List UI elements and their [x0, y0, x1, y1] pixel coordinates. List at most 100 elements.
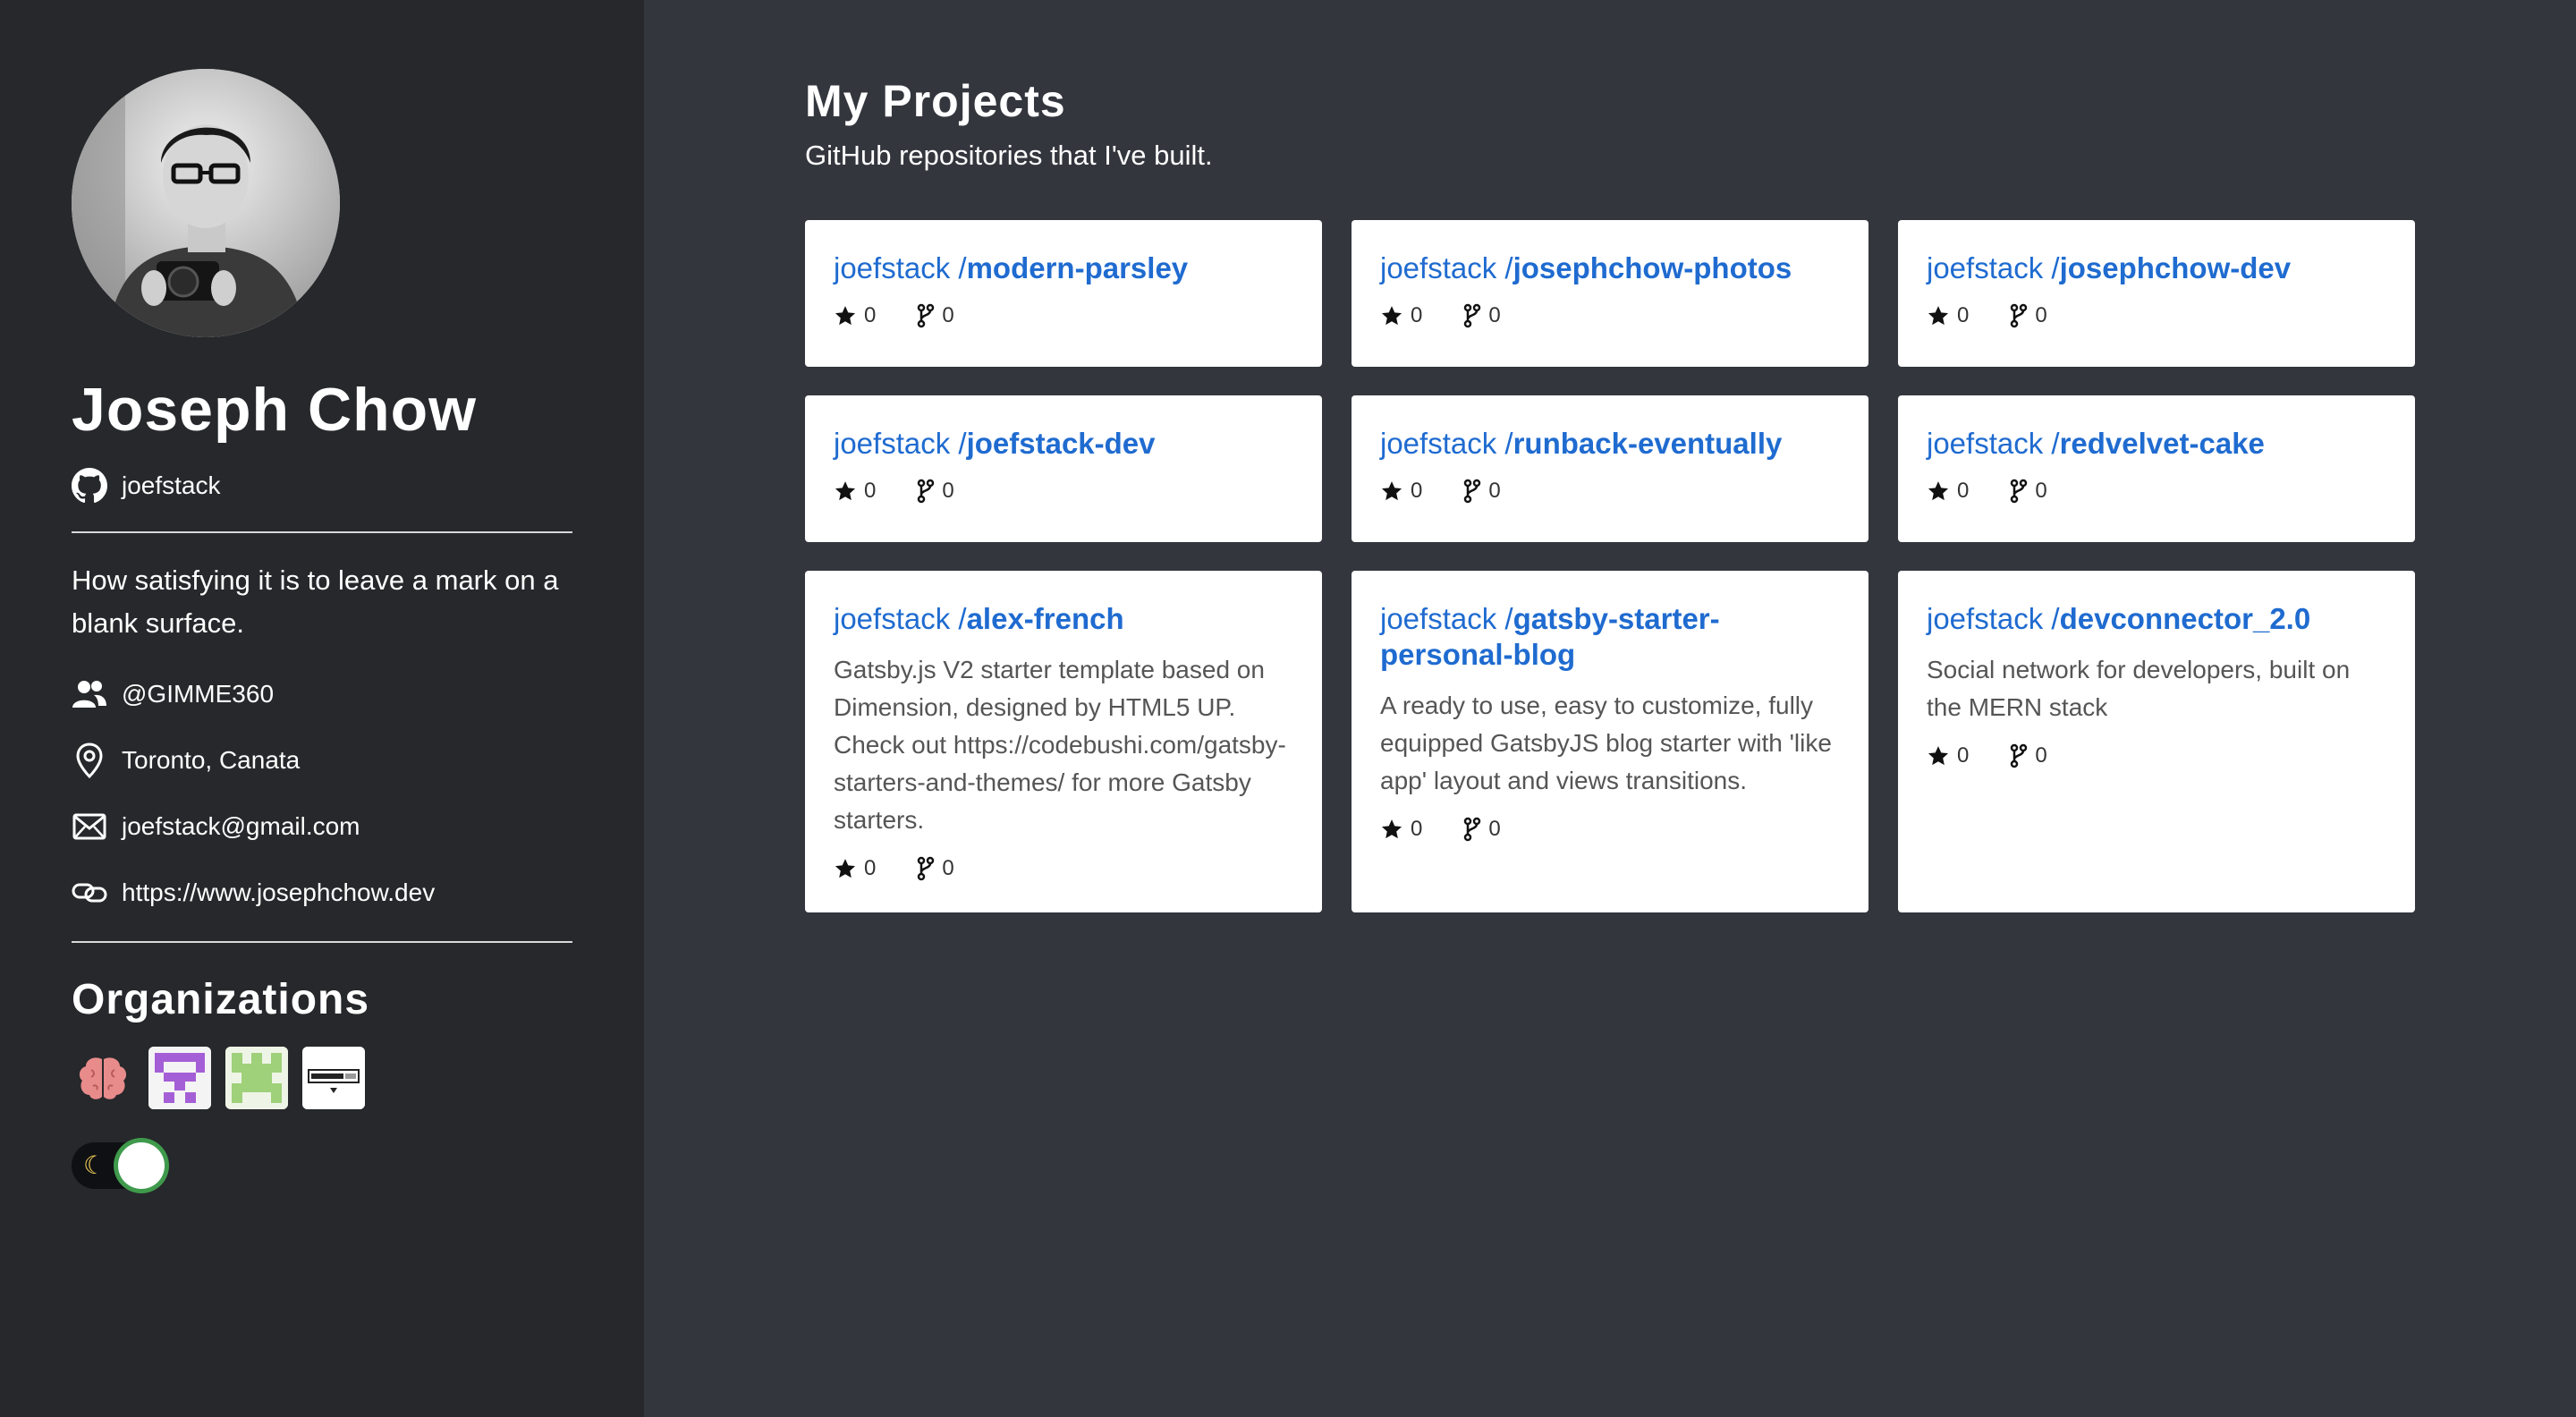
- star-icon: [1381, 481, 1402, 501]
- divider: [72, 941, 572, 943]
- star-icon: [1928, 306, 1949, 326]
- star-count: 0: [1380, 303, 1422, 328]
- location-row: Toronto, Canata: [72, 741, 300, 780]
- company-text: @GIMME360: [122, 680, 275, 708]
- repo-stats: 0 0: [834, 478, 1293, 505]
- repo-description: Social network for developers, built on …: [1927, 656, 2351, 721]
- star-count: 0: [1927, 743, 1969, 768]
- repo-link[interactable]: joefstack /devconnector_2.0: [1927, 601, 2386, 637]
- fork-count: 0: [2010, 303, 2047, 328]
- repo-owner: joefstack /: [1380, 602, 1513, 635]
- repo-stats: 0 0: [1927, 302, 2386, 329]
- fork-icon: [918, 303, 935, 328]
- repo-owner: joefstack /: [1927, 427, 2060, 460]
- fork-count: 0: [1463, 479, 1501, 504]
- fork-count: 0: [2010, 743, 2047, 768]
- repo-stats: 0 0: [1380, 302, 1840, 329]
- profile-sidebar: Joseph Chow joefstack How satisfying it …: [0, 0, 644, 1417]
- star-count: 0: [834, 303, 876, 328]
- green-pixel-logo[interactable]: [225, 1047, 288, 1109]
- github-username-link[interactable]: joefstack: [72, 466, 221, 505]
- avatar: [72, 69, 340, 337]
- repo-link[interactable]: joefstack /josephchow-dev: [1927, 250, 2386, 286]
- repo-link[interactable]: joefstack /modern-parsley: [834, 250, 1293, 286]
- repo-stats: 0 0: [1380, 478, 1840, 505]
- gimme360-logo[interactable]: [302, 1047, 365, 1109]
- fork-count: 0: [1463, 303, 1501, 328]
- repo-link[interactable]: joefstack /josephchow-photos: [1380, 250, 1840, 286]
- star-count: 0: [834, 856, 876, 881]
- repo-card: joefstack /alex-french Gatsby.js V2 star…: [805, 571, 1322, 912]
- avatar-photo: [72, 69, 340, 337]
- repo-name: joefstack-dev: [966, 427, 1156, 460]
- fork-icon: [918, 856, 935, 881]
- repo-stats: 0 0: [1380, 816, 1840, 843]
- fork-icon: [918, 479, 935, 504]
- star-count: 0: [1927, 479, 1969, 504]
- page-title: My Projects: [805, 76, 1066, 126]
- repo-card: joefstack /joefstack-dev 0 0: [805, 395, 1322, 542]
- fork-count: 0: [917, 303, 954, 328]
- fork-count: 0: [1463, 817, 1501, 842]
- repo-owner: joefstack /: [1927, 251, 2060, 284]
- repo-name: modern-parsley: [966, 251, 1189, 284]
- repo-stats: 0 0: [834, 302, 1293, 329]
- location-pin-icon: [72, 742, 107, 778]
- organizations-heading: Organizations: [72, 976, 370, 1023]
- website-row[interactable]: https://www.josephchow.dev: [72, 873, 435, 912]
- page-subtitle: GitHub repositories that I've built.: [805, 140, 1213, 171]
- repo-link[interactable]: joefstack /alex-french: [834, 601, 1293, 637]
- organizations-list: [72, 1047, 365, 1109]
- repo-name: alex-french: [966, 602, 1124, 635]
- repo-description: A ready to use, easy to customize, fully…: [1380, 692, 1832, 794]
- repo-link[interactable]: joefstack /joefstack-dev: [834, 426, 1293, 462]
- star-icon: [835, 306, 856, 326]
- email-link[interactable]: joefstack@gmail.com: [122, 812, 360, 841]
- repo-owner: joefstack /: [1927, 602, 2060, 635]
- repo-link[interactable]: joefstack /runback-eventually: [1380, 426, 1840, 462]
- moon-icon: ☾: [83, 1151, 106, 1179]
- star-count: 0: [1927, 303, 1969, 328]
- star-count: 0: [1380, 479, 1422, 504]
- repo-owner: joefstack /: [1380, 251, 1513, 284]
- repo-name: josephchow-photos: [1513, 251, 1792, 284]
- repo-owner: joefstack /: [834, 427, 967, 460]
- repo-owner: joefstack /: [834, 602, 967, 635]
- email-row[interactable]: joefstack@gmail.com: [72, 807, 360, 846]
- mail-icon: [72, 809, 107, 844]
- repo-name: runback-eventually: [1513, 427, 1783, 460]
- star-icon: [1928, 746, 1949, 766]
- repo-stats: 0 0: [834, 855, 1293, 882]
- fork-count: 0: [917, 479, 954, 504]
- purple-pixel-logo[interactable]: [148, 1047, 211, 1109]
- star-icon: [835, 859, 856, 878]
- brain-icon[interactable]: [72, 1047, 134, 1109]
- people-icon: [72, 676, 107, 712]
- fork-icon: [1464, 479, 1481, 504]
- repo-link[interactable]: joefstack /gatsby-starter-personal-blog: [1380, 601, 1840, 673]
- repo-owner: joefstack /: [834, 251, 967, 284]
- fork-icon: [2011, 479, 2028, 504]
- star-count: 0: [1380, 817, 1422, 842]
- repo-card: joefstack /runback-eventually 0 0: [1352, 395, 1868, 542]
- repo-name: devconnector_2.0: [2059, 602, 2311, 635]
- theme-toggle[interactable]: ☾: [72, 1142, 165, 1189]
- github-icon: [72, 468, 107, 504]
- fork-count: 0: [2010, 479, 2047, 504]
- github-username: joefstack: [122, 471, 221, 499]
- repo-card: joefstack /josephchow-dev 0 0: [1898, 220, 2415, 367]
- repo-grid: joefstack /modern-parsley 0 0 joefstack …: [805, 220, 2415, 912]
- location-text: Toronto, Canata: [122, 746, 301, 774]
- divider: [72, 531, 572, 533]
- star-icon: [1928, 481, 1949, 501]
- repo-stats: 0 0: [1927, 478, 2386, 505]
- repo-card: joefstack /josephchow-photos 0 0: [1352, 220, 1868, 367]
- repo-card: joefstack /devconnector_2.0 Social netwo…: [1898, 571, 2415, 912]
- repo-card: joefstack /gatsby-starter-personal-blog …: [1352, 571, 1868, 912]
- fork-icon: [1464, 817, 1481, 842]
- repo-link[interactable]: joefstack /redvelvet-cake: [1927, 426, 2386, 462]
- repo-card: joefstack /modern-parsley 0 0: [805, 220, 1322, 367]
- repo-name: redvelvet-cake: [2059, 427, 2265, 460]
- company-row: @GIMME360: [72, 675, 274, 714]
- website-link[interactable]: https://www.josephchow.dev: [122, 878, 435, 907]
